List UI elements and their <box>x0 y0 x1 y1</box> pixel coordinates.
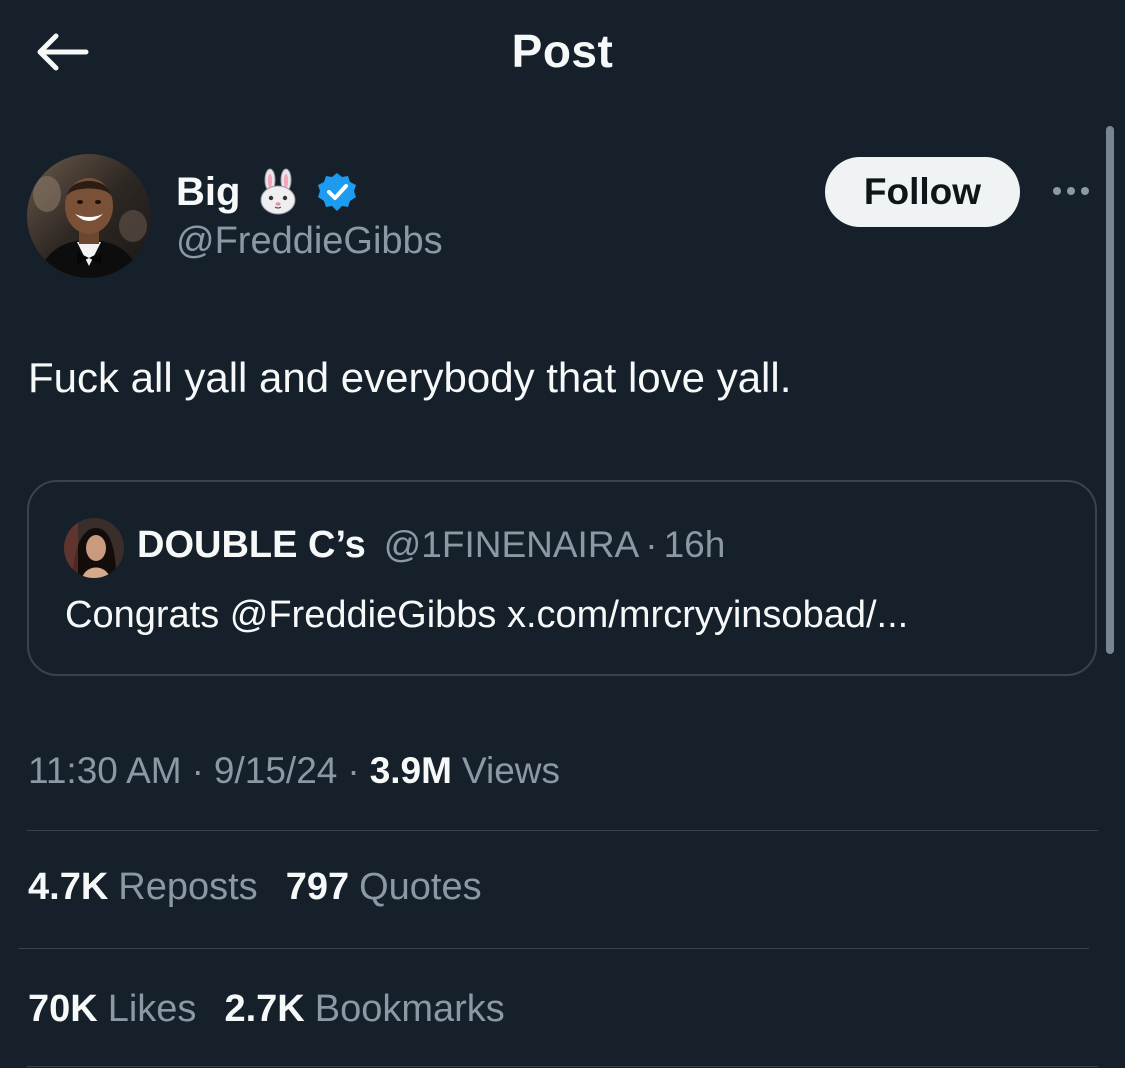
views-label: Views <box>461 750 560 791</box>
divider <box>27 830 1098 831</box>
rabbit-emoji-icon <box>260 168 296 215</box>
post-time[interactable]: 11:30 AM <box>28 750 182 792</box>
quoted-post-header: DOUBLE C’s @1FINENAIRA · 16h <box>137 524 725 567</box>
quotes-label: Quotes <box>359 866 482 908</box>
bookmarks-count: 2.7K <box>224 988 305 1030</box>
bookmarks-stat[interactable]: 2.7K Bookmarks <box>224 988 504 1031</box>
scrollbar[interactable] <box>1106 126 1114 654</box>
quoted-post-text: Congrats @FreddieGibbs x.com/mrcryyinsob… <box>65 594 909 636</box>
author-handle[interactable]: @FreddieGibbs <box>176 220 443 263</box>
bookmarks-label: Bookmarks <box>314 988 505 1030</box>
quotes-count: 797 <box>285 866 350 908</box>
post-meta: 11:30 AM · 9/15/24 · 3.9M Views <box>28 750 560 792</box>
separator-dot: · <box>347 750 360 791</box>
quoted-post-time: 16h <box>663 524 726 565</box>
author-avatar[interactable] <box>27 154 151 278</box>
quotes-stat[interactable]: 797 Quotes <box>286 866 482 909</box>
follow-button[interactable]: Follow <box>825 157 1020 227</box>
more-options-button[interactable] <box>1046 176 1096 206</box>
likes-stat[interactable]: 70K Likes <box>28 988 196 1031</box>
post-date[interactable]: 9/15/24 <box>214 750 337 792</box>
reposts-count: 4.7K <box>28 866 109 908</box>
likes-label: Likes <box>107 988 197 1030</box>
more-dot <box>1081 187 1089 195</box>
quoted-author-handle: @1FINENAIRA <box>383 524 640 565</box>
more-dot <box>1067 187 1075 195</box>
author-name[interactable]: Big <box>176 170 240 215</box>
author-name-row[interactable]: Big <box>176 166 358 218</box>
verified-badge-icon <box>318 173 357 211</box>
views-count: 3.9M <box>369 750 452 791</box>
separator-dot: · <box>645 524 658 565</box>
engagement-stats-row-1: 4.7K Reposts 797 Quotes <box>28 866 510 909</box>
divider <box>27 1066 1098 1067</box>
top-bar: Post <box>0 0 1125 105</box>
quoted-author-name: DOUBLE C’s <box>137 524 366 566</box>
reposts-stat[interactable]: 4.7K Reposts <box>28 866 258 909</box>
quoted-post-card[interactable]: DOUBLE C’s @1FINENAIRA · 16h Congrats @F… <box>27 480 1097 676</box>
engagement-stats-row-2: 70K Likes 2.7K Bookmarks <box>28 988 533 1031</box>
quoted-avatar-image <box>64 518 124 578</box>
avatar-image <box>27 154 151 278</box>
page-title: Post <box>511 25 614 77</box>
quoted-author-avatar <box>64 518 124 578</box>
likes-count: 70K <box>28 988 98 1030</box>
divider <box>18 948 1089 949</box>
post-text: Fuck all yall and everybody that love ya… <box>28 354 792 401</box>
reposts-label: Reposts <box>118 866 258 908</box>
separator-dot: · <box>191 750 204 791</box>
more-horizontal-icon <box>1053 187 1061 195</box>
